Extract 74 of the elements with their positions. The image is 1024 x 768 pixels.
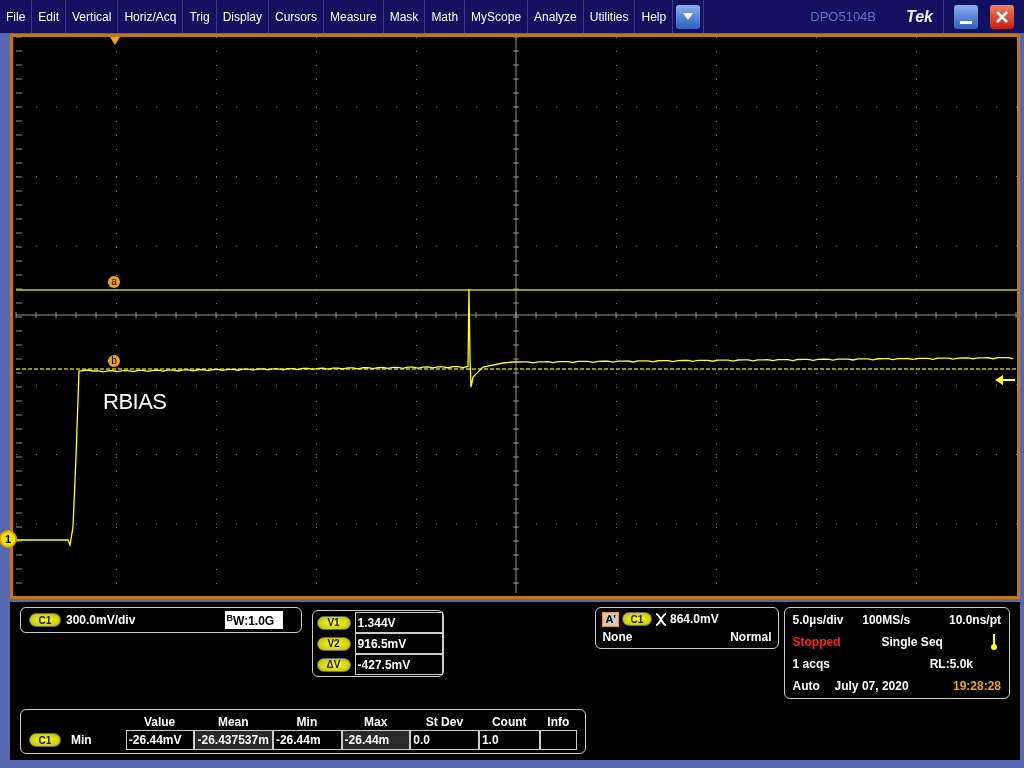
vertical-scale: 300.0mV/div — [66, 612, 136, 629]
trigger-readout[interactable]: A' C1 864.0mV None Normal — [595, 607, 779, 649]
table-cell: -26.44m — [272, 730, 342, 750]
measurement-type: Min — [71, 732, 93, 749]
menu-item[interactable]: Display — [216, 0, 269, 33]
trigger-level: 864.0mV — [669, 611, 719, 628]
table-cell: -26.44m — [341, 730, 411, 750]
minimize-icon — [960, 20, 972, 24]
acquisition-readout[interactable]: 5.0µs/div 100MS/s 10.0ns/pt Stopped Single Seq 1 acqs RL:5.0k Auto July 07, 2020 19:28:28 — [783, 607, 1010, 699]
trigger-level-arrow-icon[interactable] — [995, 375, 1015, 385]
table-cell: -26.437537m — [194, 730, 273, 750]
brand-logo: Tek — [906, 6, 933, 27]
column-header: Value — [142, 713, 177, 731]
time: 19:28:28 — [952, 678, 1001, 695]
cursor-value: -427.5mV — [354, 654, 444, 675]
menu-item[interactable]: Cursors — [269, 0, 324, 33]
column-header: Min — [295, 713, 319, 731]
trigger-mode: Auto — [792, 678, 821, 695]
column-header: St Dev — [424, 713, 465, 731]
acquisition-mode: Single Seq — [881, 634, 943, 651]
minimize-button[interactable] — [954, 4, 978, 29]
menu-item[interactable]: Trig — [183, 0, 217, 33]
menu-item[interactable]: File — [0, 0, 33, 33]
menu-item[interactable]: Analyze — [528, 0, 584, 33]
channel-badge[interactable]: V2 — [316, 636, 351, 651]
cursor-value: 916.5mV — [354, 633, 444, 654]
cursor-readout[interactable]: V1 1.344V V2 916.5mV ΔV -427.5mV — [311, 610, 445, 677]
menu-item[interactable]: Mask — [383, 0, 426, 33]
menu-item[interactable]: Vertical — [66, 0, 119, 33]
table-cell — [539, 730, 577, 750]
menu-item[interactable]: Help — [635, 0, 674, 33]
menu-item[interactable]: Measure — [324, 0, 384, 33]
channel-readout[interactable]: C1 300.0mV/div $^{B}$W:1.0G — [20, 607, 302, 633]
table-cell: 1.0 — [478, 730, 540, 750]
channel-badge[interactable]: C1 — [621, 612, 652, 626]
trigger-coupling: None — [602, 629, 633, 646]
acquisition-state: Stopped — [792, 634, 842, 651]
column-header: Info — [546, 713, 571, 731]
menu-item[interactable]: MyScope — [465, 0, 529, 33]
menu-item[interactable]: Utilities — [583, 0, 636, 33]
menu-item[interactable]: Horiz/Acq — [118, 0, 184, 33]
dropdown-button[interactable] — [676, 4, 701, 29]
close-button[interactable] — [990, 4, 1014, 29]
acquisition-count: 1 acqs — [792, 656, 830, 673]
cursor-marker[interactable]: a — [108, 276, 120, 288]
channel-badge[interactable]: C1 — [29, 613, 61, 627]
cursor-marker[interactable]: b — [108, 355, 120, 367]
close-icon — [996, 10, 1008, 23]
column-header: Count — [490, 713, 528, 731]
model-name: DPO5104B — [810, 7, 876, 26]
channel-badge[interactable]: C1 — [29, 733, 61, 747]
trigger-type: Normal — [730, 629, 772, 646]
time-resolution: 10.0ns/pt — [948, 612, 1001, 629]
menu-item[interactable]: Math — [425, 0, 466, 33]
trigger-edge-icon — [654, 612, 667, 626]
thermometer-icon — [991, 634, 997, 650]
table-cell: 0.0 — [410, 730, 479, 750]
date: July 07, 2020 — [834, 678, 909, 695]
caret-icon — [683, 13, 694, 20]
channel-badge[interactable]: V1 — [316, 615, 351, 630]
sample-rate: 100MS/s — [862, 612, 911, 629]
column-header: Mean — [216, 713, 250, 731]
trigger-position-icon[interactable] — [110, 37, 120, 45]
column-header: Max — [363, 713, 389, 731]
bandwidth-field: $^{B}$W:1.0G — [224, 611, 283, 629]
channel-badge[interactable]: ΔV — [316, 657, 351, 672]
trigger-mode-badge[interactable]: A' — [602, 611, 619, 627]
menu-item[interactable]: Edit — [32, 0, 67, 33]
channel-marker[interactable]: 1 — [0, 530, 17, 548]
cursor-value: 1.344V — [354, 612, 444, 633]
annotation-label: RBIAS — [103, 388, 167, 416]
record-length: RL:5.0k — [929, 656, 973, 673]
table-cell: -26.44mV — [125, 730, 195, 750]
time-scale: 5.0µs/div — [792, 612, 844, 629]
